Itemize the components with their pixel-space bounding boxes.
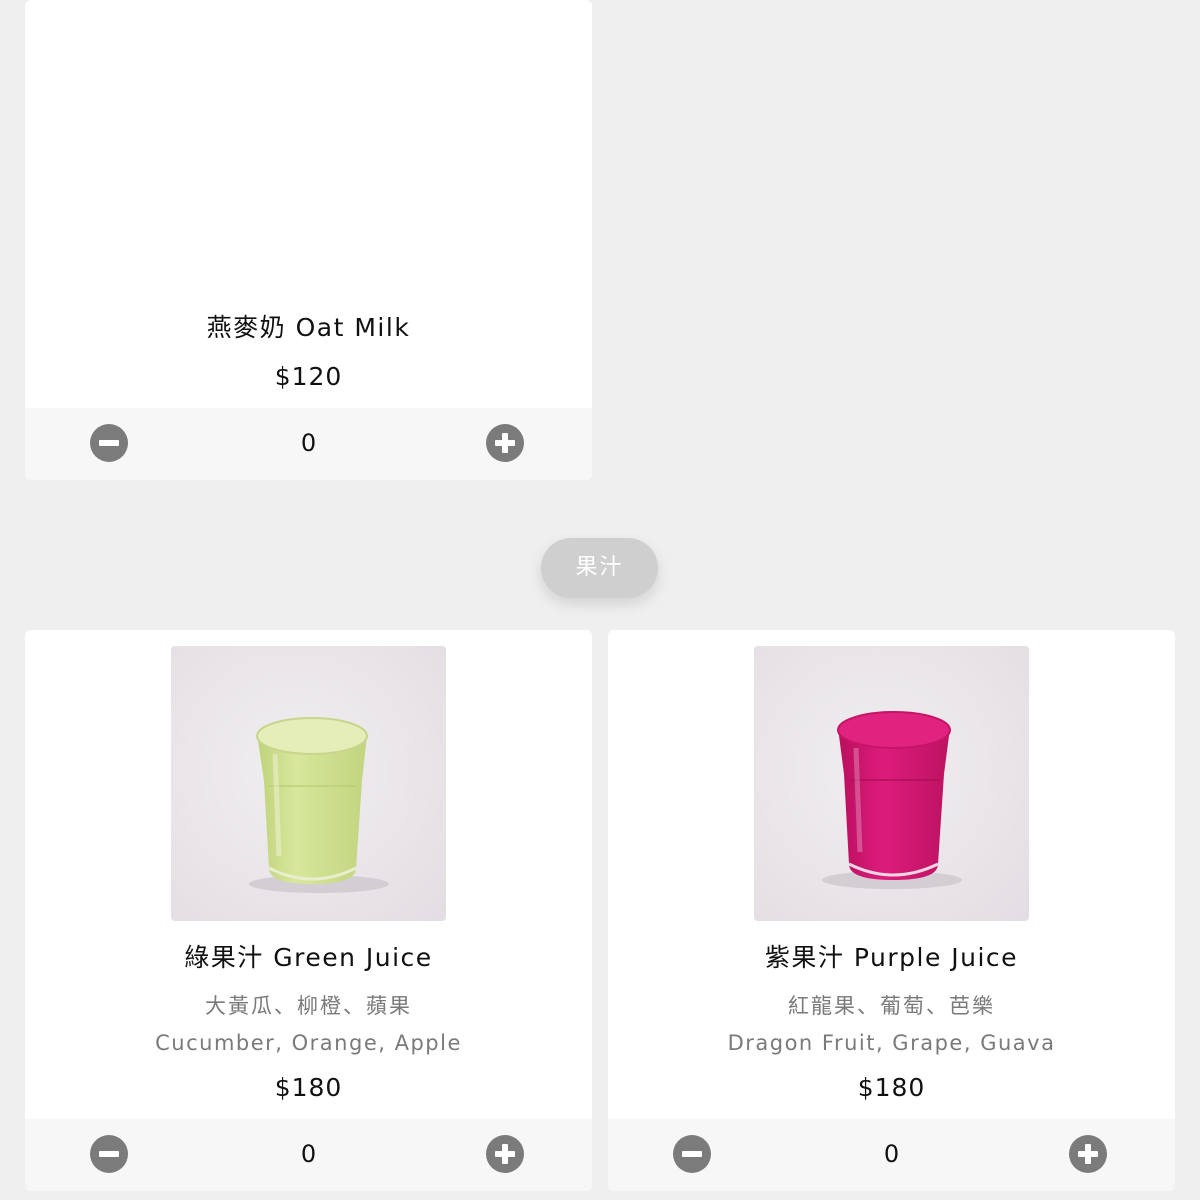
product-ingredients-en: Cucumber, Orange, Apple <box>155 1031 462 1055</box>
product-name: 燕麥奶 Oat Milk <box>206 313 411 342</box>
product-name: 綠果汁 Green Juice <box>184 943 433 972</box>
decrement-button[interactable] <box>90 1135 128 1173</box>
product-price: $120 <box>274 362 343 391</box>
product-photo-purple-juice <box>754 646 1029 921</box>
quantity-stepper: 0 <box>25 1119 592 1191</box>
product-ingredients-zh: 紅龍果、葡萄、芭樂 <box>788 994 995 1018</box>
increment-button[interactable] <box>486 424 524 462</box>
product-card-green-juice: 綠果汁 Green Juice 大黃瓜、柳橙、蘋果 Cucumber, Oran… <box>25 630 592 1191</box>
product-price: $180 <box>274 1073 343 1102</box>
product-card-oat-milk: 燕麥奶 Oat Milk $120 0 <box>25 0 592 480</box>
increment-button[interactable] <box>486 1135 524 1173</box>
plus-circle-icon <box>486 1135 524 1173</box>
quantity-stepper: 0 <box>25 408 592 480</box>
purple-juice-glass-image <box>754 646 1029 921</box>
category-tab-juice[interactable]: 果汁 <box>541 538 658 598</box>
product-ingredients-en: Dragon Fruit, Grape, Guava <box>727 1031 1056 1055</box>
green-juice-glass-image <box>171 646 446 921</box>
decrement-button[interactable] <box>673 1135 711 1173</box>
plus-circle-icon <box>1069 1135 1107 1173</box>
product-ingredients-zh: 大黃瓜、柳橙、蘋果 <box>205 994 412 1018</box>
product-name: 紫果汁 Purple Juice <box>764 943 1019 972</box>
decrement-button[interactable] <box>90 424 128 462</box>
minus-circle-icon <box>673 1135 711 1173</box>
plus-circle-icon <box>486 424 524 462</box>
minus-circle-icon <box>90 1135 128 1173</box>
product-price: $180 <box>857 1073 926 1102</box>
increment-button[interactable] <box>1069 1135 1107 1173</box>
product-photo-green-juice <box>171 646 446 921</box>
quantity-stepper: 0 <box>608 1119 1175 1191</box>
product-card-purple-juice: 紫果汁 Purple Juice 紅龍果、葡萄、芭樂 Dragon Fruit,… <box>608 630 1175 1191</box>
minus-circle-icon <box>90 424 128 462</box>
